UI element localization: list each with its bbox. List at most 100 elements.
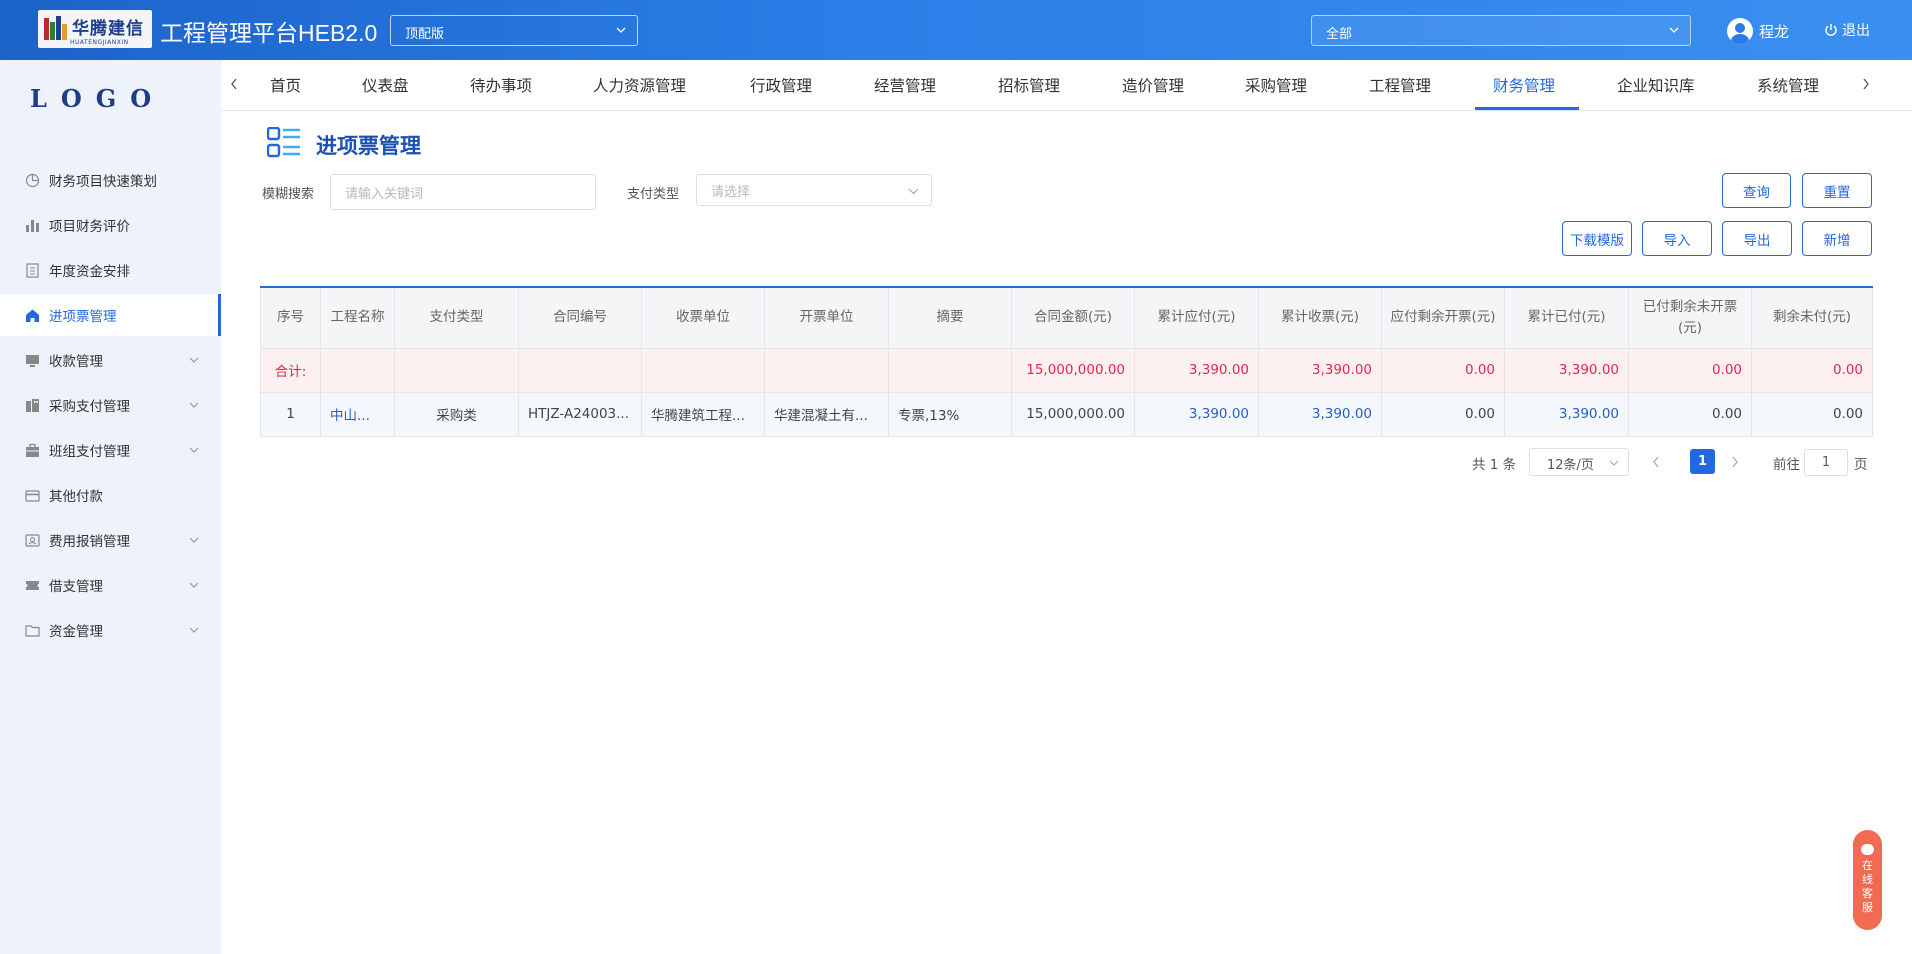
sidebar-item-input-invoice[interactable]: 进项票管理 (0, 294, 221, 336)
avatar (1727, 18, 1753, 44)
sidebar-item-finance-planning[interactable]: 财务项目快速策划 (0, 159, 221, 201)
summary-label: 合计: (260, 347, 321, 393)
column-header: 收票单位 (641, 286, 765, 349)
column-header: 剩余未付(元) (1751, 286, 1873, 349)
tab-procurement[interactable]: 采购管理 (1245, 74, 1307, 96)
table-row[interactable]: 1 中山... 采购类 HTJZ-A24003... 华腾建筑工程... 华建混… (260, 391, 1873, 437)
issuer-cell: 华建混凝土有... (764, 391, 889, 437)
search-input[interactable]: 请输入关键词 (330, 174, 596, 210)
invoice-table: 序号 工程名称 支付类型 合同编号 收票单位 开票单位 摘要 合同金额(元) 累… (260, 286, 1873, 437)
tab-bidding[interactable]: 招标管理 (998, 74, 1060, 96)
table-cell (394, 347, 519, 393)
table-cell (518, 347, 642, 393)
export-button[interactable]: 导出 (1722, 221, 1792, 256)
sidebar-item-purchase-payment[interactable]: 采购支付管理 (0, 384, 221, 426)
sidebar-item-label: 年度资金安排 (49, 264, 130, 280)
bar-chart-icon (24, 217, 40, 233)
page-size-select[interactable]: 12条/页 (1529, 448, 1629, 476)
tab-system[interactable]: 系统管理 (1757, 74, 1819, 96)
sidebar-item-annual-funds[interactable]: 年度资金安排 (0, 249, 221, 291)
sidebar-item-loans[interactable]: 借支管理 (0, 564, 221, 606)
pagination-total: 共 1 条 (1472, 457, 1517, 473)
tab-admin[interactable]: 行政管理 (750, 74, 812, 96)
scope-select[interactable]: 全部 (1311, 15, 1691, 46)
cumulative-received-link[interactable]: 3,390.00 (1258, 391, 1382, 437)
sidebar-item-label: 进项票管理 (49, 309, 117, 325)
next-page-icon[interactable] (1730, 456, 1740, 468)
sidebar-item-label: 费用报销管理 (49, 534, 130, 550)
sidebar-item-team-payment[interactable]: 班组支付管理 (0, 429, 221, 471)
sidebar-item-other-payment[interactable]: 其他付款 (0, 474, 221, 516)
page-size-value: 12条/页 (1547, 458, 1594, 473)
download-template-button[interactable]: 下载模版 (1562, 221, 1632, 256)
chevron-left-icon[interactable] (229, 77, 239, 91)
summary-paid-uninvoiced: 0.00 (1628, 347, 1752, 393)
sidebar-item-receipts[interactable]: 收款管理 (0, 339, 221, 381)
tab-engineering[interactable]: 工程管理 (1369, 74, 1431, 96)
sidebar-item-label: 班组支付管理 (49, 444, 130, 460)
tab-dashboard[interactable]: 仪表盘 (362, 74, 409, 96)
version-select[interactable]: 顶配版 (390, 15, 638, 46)
summary-contract-amount: 15,000,000.00 (1011, 347, 1135, 393)
table-cell (764, 347, 889, 393)
logo-mark-icon (42, 14, 70, 44)
cumulative-paid-link[interactable]: 3,390.00 (1504, 391, 1629, 437)
user-menu[interactable]: 程龙 (1727, 18, 1789, 44)
sidebar-item-label: 财务项目快速策划 (49, 174, 157, 190)
query-button[interactable]: 查询 (1722, 173, 1791, 208)
chevron-down-icon (908, 188, 919, 195)
chevron-down-icon (189, 447, 199, 453)
paid-uninvoiced-cell: 0.00 (1628, 391, 1752, 437)
app-title: 工程管理平台HEB2.0 (160, 20, 378, 46)
add-button[interactable]: 新增 (1802, 221, 1872, 256)
sidebar-item-expense-reimbursement[interactable]: 费用报销管理 (0, 519, 221, 561)
tab-costing[interactable]: 造价管理 (1122, 74, 1184, 96)
chevron-right-icon[interactable] (1861, 77, 1871, 91)
list-icon (267, 127, 300, 158)
column-header: 应付剩余开票(元) (1381, 286, 1505, 349)
goto-label: 前往 (1773, 457, 1800, 473)
cumulative-payable-link[interactable]: 3,390.00 (1134, 391, 1259, 437)
pay-type-select[interactable]: 请选择 (696, 174, 932, 206)
row-index: 1 (260, 391, 321, 437)
sidebar-item-label: 收款管理 (49, 354, 103, 370)
page-title: 进项票管理 (316, 134, 421, 158)
tab-finance[interactable]: 财务管理 (1493, 74, 1555, 96)
sidebar-item-project-evaluation[interactable]: 项目财务评价 (0, 204, 221, 246)
pay-type-cell: 采购类 (394, 391, 519, 437)
chevron-down-icon (189, 582, 199, 588)
import-button[interactable]: 导入 (1642, 221, 1712, 256)
version-select-value: 顶配版 (405, 27, 445, 42)
tab-knowledge-base[interactable]: 企业知识库 (1617, 74, 1695, 96)
column-header: 合同编号 (518, 286, 642, 349)
summary-row: 合计: 15,000,000.00 3,390.00 3,390.00 0.00… (260, 347, 1873, 393)
sidebar-item-label: 项目财务评价 (49, 219, 130, 235)
card-icon (24, 487, 40, 503)
chevron-down-icon (1669, 27, 1679, 33)
logo-chinese-text: 华腾建信 (72, 19, 144, 39)
column-header: 开票单位 (764, 286, 889, 349)
tab-todo[interactable]: 待办事项 (470, 74, 532, 96)
table-cell (888, 347, 1012, 393)
tab-home[interactable]: 首页 (270, 74, 301, 96)
service-char: 服 (1862, 901, 1873, 914)
chevron-down-icon (189, 627, 199, 633)
prev-page-icon[interactable] (1651, 456, 1661, 468)
project-name-link[interactable]: 中山... (320, 391, 395, 437)
tab-hr[interactable]: 人力资源管理 (593, 74, 686, 96)
current-page-button[interactable]: 1 (1690, 449, 1715, 474)
company-logo[interactable]: 华腾建信 HUATENGJIANXIN (38, 10, 152, 48)
sidebar-item-fund-management[interactable]: 资金管理 (0, 609, 221, 651)
column-header: 支付类型 (394, 286, 519, 349)
sidebar: LOGO 财务项目快速策划 项目财务评价 年度资金安排 进项票管理 收款管理 采… (0, 60, 221, 954)
logout-label: 退出 (1842, 23, 1870, 39)
reset-button[interactable]: 重置 (1802, 173, 1872, 208)
document-list-icon (24, 262, 40, 278)
tab-business[interactable]: 经营管理 (874, 74, 936, 96)
active-tab-indicator (1475, 107, 1579, 110)
column-header: 工程名称 (320, 286, 395, 349)
table-cell (320, 347, 395, 393)
logout-button[interactable]: 退出 (1824, 20, 1870, 40)
online-service-button[interactable]: 在 线 客 服 (1853, 830, 1882, 930)
goto-page-input[interactable]: 1 (1804, 449, 1848, 476)
